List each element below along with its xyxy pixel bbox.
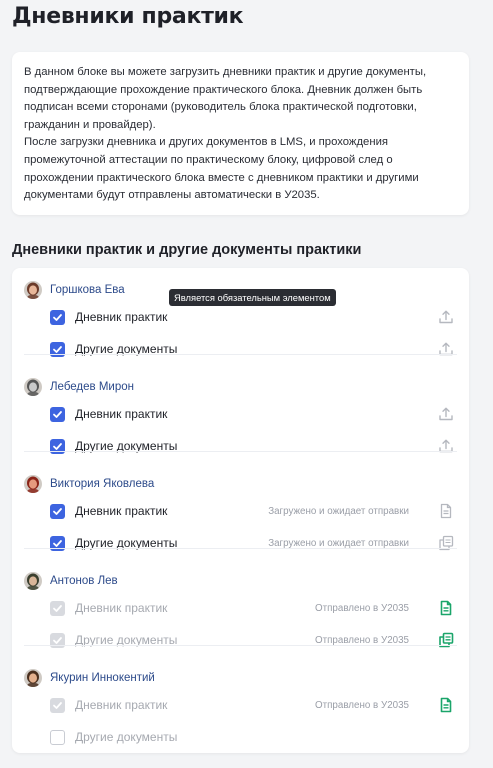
document-row: Другие документы Загружено и ожидает отпр…: [50, 532, 457, 554]
avatar: [24, 572, 42, 590]
document-row: Дневник практик: [50, 306, 457, 328]
group-divider: [24, 354, 457, 355]
document-row: Другие документы: [50, 726, 457, 748]
documents-list: Горшкова Ева Дневник практик Другие докуме…: [12, 268, 469, 753]
person-header: Якурин Иннокентий: [24, 668, 155, 688]
document-status: Отправлено в У2035: [315, 634, 409, 646]
document-checkbox[interactable]: [50, 309, 65, 325]
document-icon[interactable]: [435, 500, 457, 522]
avatar: [24, 669, 42, 687]
document-status: Загружено и ожидает отправки: [268, 505, 409, 517]
upload-icon[interactable]: [435, 306, 457, 328]
document-sent-icon[interactable]: [435, 597, 457, 619]
document-row: Другие документы: [50, 338, 457, 360]
documents-sent-icon[interactable]: [435, 629, 457, 651]
document-checkbox: [50, 697, 65, 713]
person-header: Горшкова Ева: [24, 280, 125, 300]
avatar: [24, 475, 42, 493]
document-label: Другие документы: [75, 730, 178, 744]
document-label: Дневник практик: [75, 698, 168, 712]
upload-icon[interactable]: [435, 403, 457, 425]
document-label: Дневник практик: [75, 601, 168, 615]
page-title: Дневники практик: [12, 4, 244, 29]
document-row: Другие документы: [50, 435, 457, 457]
document-row: Дневник практик Отправлено в У2035: [50, 597, 457, 619]
group-divider: [24, 451, 457, 452]
document-checkbox[interactable]: [50, 729, 65, 745]
document-label: Дневник практик: [75, 407, 168, 421]
info-card: В данном блоке вы можете загрузить дневн…: [12, 52, 469, 215]
upload-icon[interactable]: [435, 338, 457, 360]
document-row: Другие документы Отправлено в У2035: [50, 629, 457, 651]
document-status: Отправлено в У2035: [315, 699, 409, 711]
document-status: Загружено и ожидает отправки: [268, 537, 409, 549]
document-row: Дневник практик Загружено и ожидает отпра…: [50, 500, 457, 522]
document-row: Дневник практик Отправлено в У2035: [50, 694, 457, 716]
person-header: Антонов Лев: [24, 571, 118, 591]
group-divider: [24, 548, 457, 549]
person-name[interactable]: Антонов Лев: [50, 575, 118, 587]
section-title: Дневники практик и другие документы прак…: [12, 242, 362, 258]
person-name[interactable]: Виктория Яковлева: [50, 478, 154, 490]
person-header: Виктория Яковлева: [24, 474, 154, 494]
required-tooltip: Является обязательным элементом: [169, 289, 336, 306]
person-name[interactable]: Лебедев Мирон: [50, 381, 134, 393]
document-sent-icon[interactable]: [435, 694, 457, 716]
document-checkbox: [50, 600, 65, 616]
document-row: Дневник практик: [50, 403, 457, 425]
upload-icon[interactable]: [435, 435, 457, 457]
person-header: Лебедев Мирон: [24, 377, 134, 397]
document-label: Дневник практик: [75, 504, 168, 518]
document-status: Отправлено в У2035: [315, 602, 409, 614]
person-name[interactable]: Горшкова Ева: [50, 284, 125, 296]
avatar: [24, 378, 42, 396]
info-text: В данном блоке вы можете загрузить дневн…: [24, 66, 427, 202]
group-divider: [24, 645, 457, 646]
documents-icon[interactable]: [435, 532, 457, 554]
document-checkbox[interactable]: [50, 503, 65, 519]
avatar: [24, 281, 42, 299]
document-checkbox[interactable]: [50, 406, 65, 422]
person-name[interactable]: Якурин Иннокентий: [50, 672, 155, 684]
document-label: Дневник практик: [75, 310, 168, 324]
